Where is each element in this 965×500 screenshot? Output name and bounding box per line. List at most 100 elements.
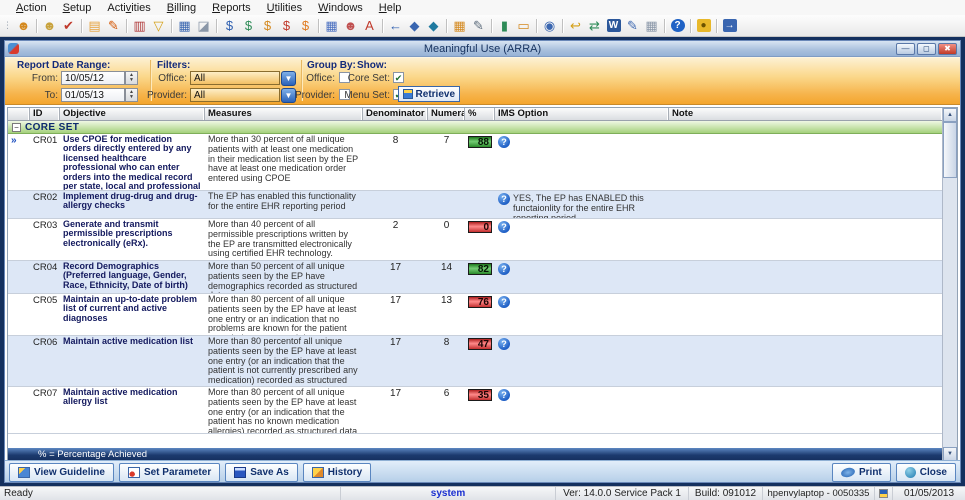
window-title: Meaningful Use (ARRA): [424, 43, 541, 55]
office-combo[interactable]: All: [190, 71, 280, 85]
scroll-up-icon[interactable]: ▲: [943, 108, 957, 122]
report-chart-icon[interactable]: ▮: [495, 17, 514, 35]
practice-icon[interactable]: ▦: [642, 17, 661, 35]
payment-icon[interactable]: $: [220, 17, 239, 35]
help-icon[interactable]: ?: [498, 296, 510, 308]
ledger-icon[interactable]: ▦: [322, 17, 341, 35]
cell-objective: Record Demographics (Preferred language,…: [60, 261, 205, 293]
table-row-cr02[interactable]: CR02Implement drug-drug and drug-allergy…: [8, 191, 942, 219]
menu-item-setup[interactable]: Setup: [55, 2, 100, 14]
cell-ims-option: ?: [495, 294, 669, 335]
menu-item-utilities[interactable]: Utilities: [259, 2, 310, 14]
cell-denominator: [363, 191, 428, 218]
refresh-icon[interactable]: ⇄: [585, 17, 604, 35]
column-header-objective[interactable]: Objective: [60, 108, 205, 120]
refund-icon[interactable]: $: [277, 17, 296, 35]
column-header-id[interactable]: ID: [30, 108, 60, 120]
column-header-denominator[interactable]: Denominator: [363, 108, 428, 120]
patient-icon[interactable]: ☻: [14, 17, 33, 35]
office-dropdown-icon[interactable]: ▼: [281, 71, 296, 86]
table-row-cr01[interactable]: »CR01Use CPOE for medication orders dire…: [8, 134, 942, 191]
history-icon: [312, 467, 324, 478]
help-icon[interactable]: ?: [498, 221, 510, 233]
notes-icon[interactable]: ✎: [469, 17, 488, 35]
table-row-cr04[interactable]: CR04Record Demographics (Preferred langu…: [8, 261, 942, 294]
word-export-icon[interactable]: W: [604, 17, 623, 35]
lab-flask-icon[interactable]: ▽: [149, 17, 168, 35]
letters-icon[interactable]: A: [360, 17, 379, 35]
retrieve-button[interactable]: Retrieve: [398, 86, 460, 102]
lock-icon[interactable]: ●: [694, 17, 713, 35]
close-window-button[interactable]: Close: [896, 463, 956, 482]
back-icon[interactable]: ←: [386, 17, 405, 35]
provider-combo[interactable]: All: [190, 88, 280, 102]
minimize-button[interactable]: —: [896, 43, 915, 55]
menu-item-action[interactable]: Action: [8, 2, 55, 14]
column-header-indicator[interactable]: [8, 108, 30, 120]
table-row-cr07[interactable]: CR07Maintain active medication allergy l…: [8, 387, 942, 434]
inventory-icon[interactable]: ◆: [405, 17, 424, 35]
help-icon[interactable]: ?: [498, 338, 510, 350]
help-icon[interactable]: ?: [498, 263, 510, 275]
status-flag: [875, 487, 893, 500]
schedule-icon[interactable]: ▦: [450, 17, 469, 35]
save-as-button[interactable]: Save As: [225, 463, 298, 482]
menu-item-billing[interactable]: Billing: [159, 2, 204, 14]
history-button[interactable]: History: [303, 463, 371, 482]
column-header-note[interactable]: Note: [669, 108, 942, 120]
daysheet-icon[interactable]: ◪: [194, 17, 213, 35]
view-guideline-button[interactable]: View Guideline: [9, 463, 114, 482]
group-row-core-set[interactable]: − CORE SET: [8, 121, 942, 134]
open-folder-icon[interactable]: ▤: [85, 17, 104, 35]
close-button[interactable]: ✖: [938, 43, 957, 55]
toolbar-grip: ⋮: [3, 20, 11, 31]
patient-balance-icon[interactable]: $: [258, 17, 277, 35]
from-label: From:: [25, 73, 58, 84]
group-provider-label: Provider:: [290, 90, 335, 101]
column-header-numerator[interactable]: Numerator: [428, 108, 465, 120]
statement-search-icon[interactable]: ◉: [540, 17, 559, 35]
patient-verify-icon[interactable]: ✔: [59, 17, 78, 35]
address-book-icon[interactable]: ▥: [130, 17, 149, 35]
core-set-checkbox[interactable]: ✔: [393, 72, 404, 83]
column-header-ims-option[interactable]: IMS Option: [495, 108, 669, 120]
table-row-cr06[interactable]: CR06Maintain active medication listMore …: [8, 336, 942, 387]
menu-item-help[interactable]: Help: [371, 2, 410, 14]
table-row-cr05[interactable]: CR05Maintain an up-to-date problem list …: [8, 294, 942, 336]
collections-icon[interactable]: ☻: [341, 17, 360, 35]
menu-item-windows[interactable]: Windows: [310, 2, 371, 14]
window-title-bar[interactable]: Meaningful Use (ARRA) — ◻ ✖: [5, 41, 960, 57]
charges-icon[interactable]: $: [239, 17, 258, 35]
exit-icon[interactable]: →: [720, 17, 739, 35]
scroll-down-icon[interactable]: ▼: [943, 447, 957, 461]
help-icon[interactable]: ?: [498, 389, 510, 401]
from-date-input[interactable]: 10/05/12: [61, 71, 125, 85]
set-parameter-button[interactable]: Set Parameter: [119, 463, 220, 482]
menu-item-reports[interactable]: Reports: [204, 2, 259, 14]
cell-measures: More than 30 percent of all unique patie…: [205, 134, 363, 190]
import-icon[interactable]: ↩: [566, 17, 585, 35]
help-icon[interactable]: ?: [668, 17, 687, 35]
menu-item-activities[interactable]: Activities: [99, 2, 158, 14]
contact-card-icon[interactable]: ▭: [514, 17, 533, 35]
table-row-cr03[interactable]: CR03Generate and transmit permissible pr…: [8, 219, 942, 261]
collapse-icon[interactable]: −: [12, 123, 21, 132]
scrollbar-thumb[interactable]: [943, 122, 957, 178]
to-date-input[interactable]: 01/05/13: [61, 88, 125, 102]
cell-id: CR02: [30, 191, 60, 218]
column-header-percent[interactable]: %: [465, 108, 495, 120]
inventory-sync-icon[interactable]: ◆: [424, 17, 443, 35]
help-icon[interactable]: ?: [498, 193, 510, 205]
column-header-measures[interactable]: Measures: [205, 108, 363, 120]
screen-edit-icon[interactable]: ✎: [623, 17, 642, 35]
cell-numerator: 0: [428, 219, 465, 260]
calendar-icon[interactable]: ▦: [175, 17, 194, 35]
statement-icon[interactable]: $: [296, 17, 315, 35]
restore-button[interactable]: ◻: [917, 43, 936, 55]
show-label: Show:: [357, 60, 387, 71]
print-button[interactable]: Print: [832, 463, 891, 482]
help-icon[interactable]: ?: [498, 136, 510, 148]
patient-edit-icon[interactable]: ☻: [40, 17, 59, 35]
vertical-scrollbar[interactable]: ▲ ▼: [942, 108, 957, 461]
edit-note-icon[interactable]: ✎: [104, 17, 123, 35]
